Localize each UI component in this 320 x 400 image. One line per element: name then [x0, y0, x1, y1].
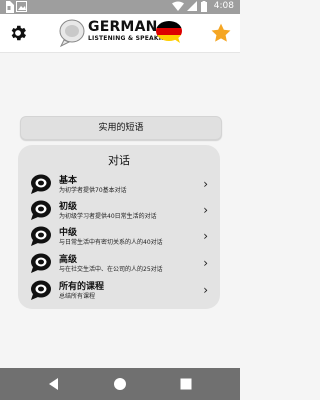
- dialog-item-intermediate[interactable]: 中级 与日常生活中有密切关系的人的40对话 ›: [18, 224, 220, 250]
- chevron-right-icon: ›: [203, 256, 208, 270]
- chevron-right-icon: ›: [203, 283, 208, 297]
- navigation-bar: [0, 368, 240, 400]
- dialog-item-beginner[interactable]: 初级 为初级学习者提供40日常生活的对话 ›: [18, 198, 220, 224]
- chevron-right-icon: ›: [203, 229, 208, 243]
- home-icon[interactable]: [112, 376, 128, 392]
- dialog-item-desc: 与日常生活中有密切关系的人的40对话: [59, 239, 163, 246]
- dialog-item-desc: 总结所有课程: [59, 293, 96, 300]
- app-logo: GERMAN LISTENING & SPEAKING: [58, 17, 184, 49]
- app-bar: GERMAN LISTENING & SPEAKING: [0, 14, 240, 53]
- clock: 4:08: [213, 1, 234, 11]
- status-bar: 4:08: [0, 0, 240, 14]
- logo-title: GERMAN: [88, 19, 158, 35]
- dialog-item-desc: 为初级学习者提供40日常生活的对话: [59, 213, 157, 220]
- dialog-item-desc: 与在社交生活中、在公司的人的25对话: [59, 266, 163, 273]
- image-icon: [16, 1, 27, 12]
- recents-icon[interactable]: [178, 376, 194, 392]
- signal-icon: [187, 1, 197, 11]
- wifi-icon: [172, 1, 184, 11]
- german-flag-icon: [156, 21, 182, 43]
- sim-icon: [6, 1, 14, 13]
- battery-icon: [201, 1, 207, 12]
- useful-phrases-button[interactable]: 实用的短语: [20, 116, 222, 140]
- dialog-item-basic[interactable]: 基本 为初学者提供70基本对话 ›: [18, 172, 220, 198]
- chevron-right-icon: ›: [203, 203, 208, 217]
- dialogs-card: 对话 基本 为初学者提供70基本对话 › 初级 为初级学习者提供40日常生活的对…: [18, 145, 220, 309]
- dialog-item-advanced[interactable]: 高级 与在社交生活中、在公司的人的25对话 ›: [18, 251, 220, 277]
- speech-bubble-icon: [31, 200, 51, 220]
- gear-icon[interactable]: [8, 23, 28, 43]
- speech-bubble-icon: [31, 226, 51, 246]
- dialog-item-desc: 为初学者提供70基本对话: [59, 187, 127, 194]
- star-icon[interactable]: [210, 22, 232, 44]
- chevron-right-icon: ›: [203, 177, 208, 191]
- speech-bubble-icon: [31, 253, 51, 273]
- speech-bubble-icon: [31, 280, 51, 300]
- dialogs-title: 对话: [108, 154, 130, 167]
- speech-bubble-logo-icon: [59, 19, 85, 48]
- speech-bubble-icon: [31, 174, 51, 194]
- back-icon[interactable]: [46, 376, 62, 392]
- dialog-item-all-courses[interactable]: 所有的课程 总结所有课程 ›: [18, 278, 220, 304]
